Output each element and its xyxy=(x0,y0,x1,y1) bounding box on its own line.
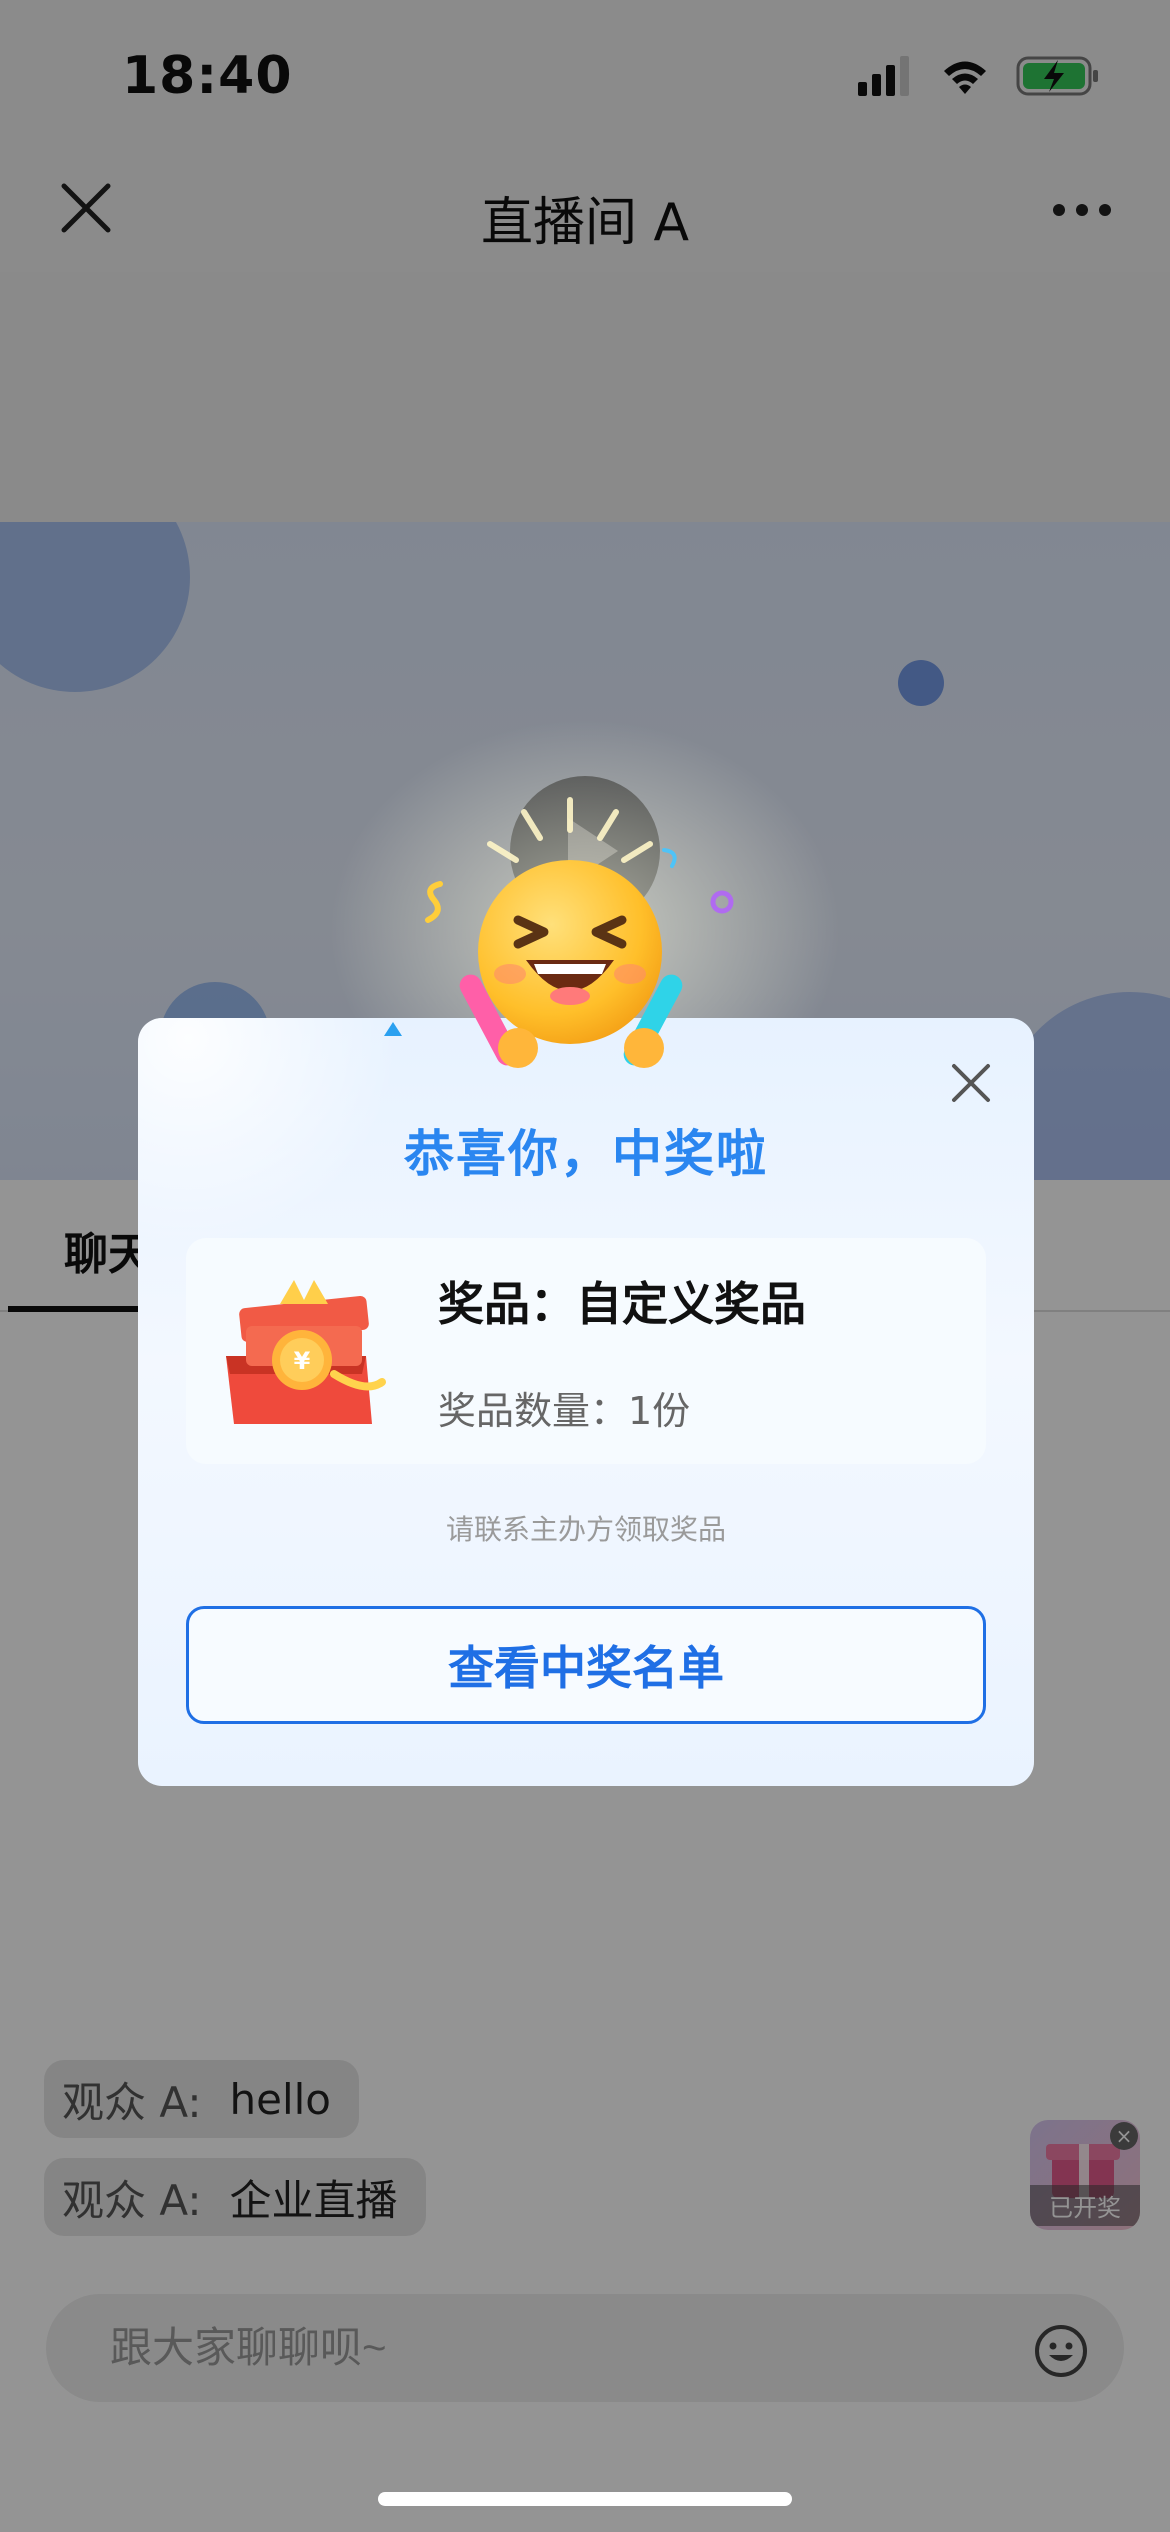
confetti-icon xyxy=(708,888,736,920)
svg-text:¥: ¥ xyxy=(294,1347,311,1375)
celebrate-emoji-icon xyxy=(420,760,720,1090)
winner-modal: 恭喜你，中奖啦 ¥ 奖品：自定义奖品 奖品数量：1份 请联系主办方领取奖品 查看… xyxy=(138,1018,1034,1786)
confetti-icon xyxy=(382,1020,404,1042)
modal-title: 恭喜你，中奖啦 xyxy=(404,1125,768,1183)
close-icon[interactable] xyxy=(950,1062,992,1104)
prize-quantity: 奖品数量：1份 xyxy=(438,1389,691,1433)
home-indicator xyxy=(378,2492,792,2506)
prize-card: ¥ 奖品：自定义奖品 奖品数量：1份 xyxy=(186,1238,986,1464)
claim-hint: 请联系主办方领取奖品 xyxy=(445,1513,726,1546)
view-winners-button[interactable]: 查看中奖名单 xyxy=(186,1606,986,1724)
confetti-icon xyxy=(660,846,684,874)
gift-box-icon: ¥ xyxy=(216,1274,392,1434)
prize-name: 奖品：自定义奖品 xyxy=(438,1277,806,1331)
confetti-icon xyxy=(420,880,450,928)
